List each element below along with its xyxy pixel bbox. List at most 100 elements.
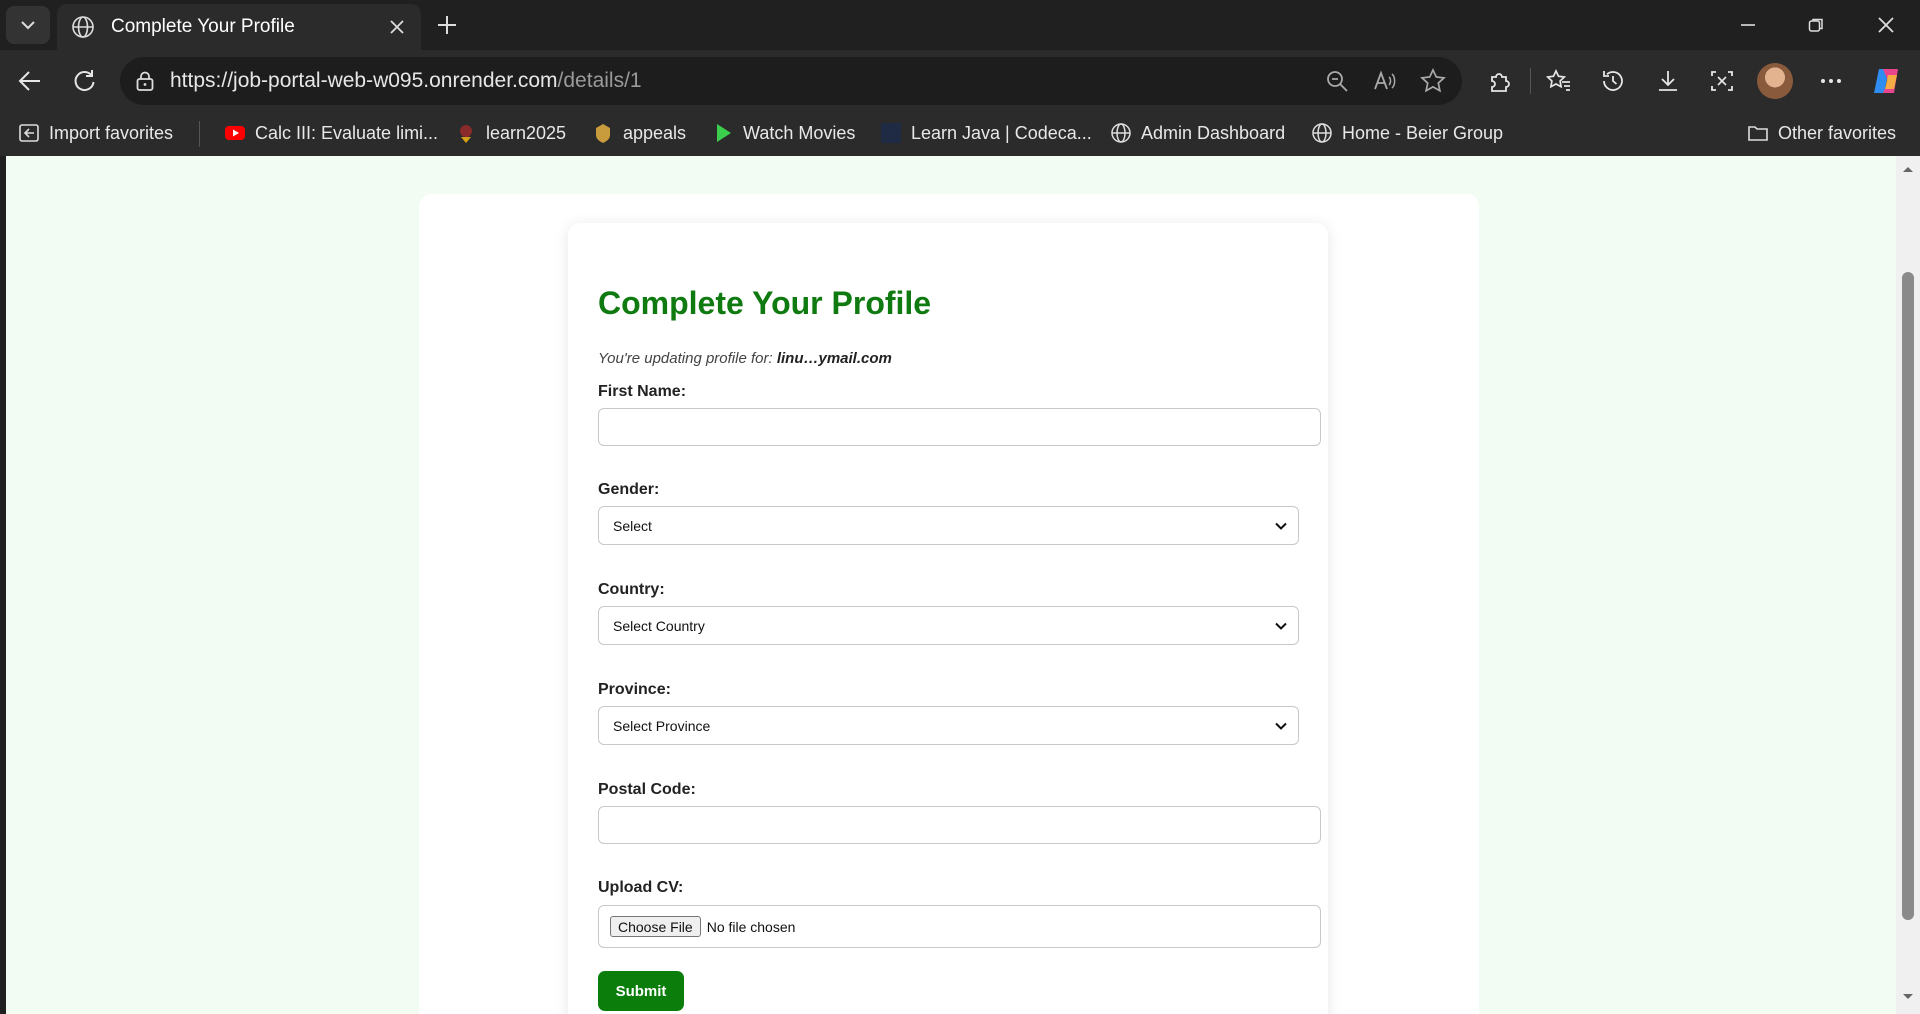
toolbar-divider [1530,68,1531,94]
page-viewport: Complete Your Profile You're updating pr… [6,156,1896,1014]
gender-select[interactable]: Select [598,506,1299,545]
scroll-down-arrow[interactable] [1900,990,1916,1004]
favorite-label: appeals [623,122,687,143]
favorite-home-beier[interactable]: Home - Beier Group [1311,112,1503,154]
bookmark-icon [592,122,614,144]
refresh-icon [74,70,95,91]
updating-info: You're updating profile for: linu…ymail.… [598,350,892,367]
favorite-learn2025[interactable]: learn2025 [455,112,566,154]
back-button[interactable] [10,61,50,101]
country-select[interactable]: Select Country [598,606,1299,645]
zoom-out-icon[interactable] [1325,69,1349,93]
folder-icon [1747,122,1769,144]
favorites-button[interactable] [1539,61,1579,101]
arrow-left-icon [18,71,40,91]
bookmark-icon [455,122,477,144]
refresh-button[interactable] [64,61,104,101]
more-horizontal-icon [1821,79,1841,83]
scroll-up-arrow[interactable] [1900,162,1916,176]
favorite-label: Learn Java | Codeca... [911,122,1092,143]
youtube-icon [224,122,246,144]
puzzle-icon [1491,73,1510,92]
cv-file-input: Choose File No file chosen [598,905,1321,948]
restore-icon [1808,18,1823,32]
favorite-label: Calc III: Evaluate limi... [255,122,439,143]
province-selected-value: Select Province [613,717,711,734]
favorite-calc[interactable]: Calc III: Evaluate limi... [224,112,438,154]
close-window-button[interactable] [1858,0,1914,50]
favorite-label: Watch Movies [743,122,856,143]
copilot-button[interactable] [1866,61,1906,101]
plus-icon [438,16,456,34]
tab-title: Complete Your Profile [111,16,295,37]
settings-more-button[interactable] [1811,61,1851,101]
star-icon[interactable] [1420,68,1446,94]
screenshot-button[interactable] [1702,61,1742,101]
favorite-label: Home - Beier Group [1342,122,1504,143]
url-text: https://job-portal-web-w095.onrender.com… [170,69,642,92]
user-email: linu…ymail.com [776,350,892,367]
codecademy-icon [880,122,902,144]
new-tab-button[interactable] [428,6,466,44]
read-aloud-icon[interactable] [1372,69,1396,93]
close-icon [1878,17,1894,33]
chevron-down-icon [1275,622,1287,630]
profile-form-card: Complete Your Profile You're updating pr… [568,223,1328,1014]
submit-button[interactable]: Submit [598,971,684,1011]
favorite-appeals[interactable]: appeals [592,112,686,154]
favorite-learn-java[interactable]: Learn Java | Codeca... [880,112,1092,154]
lock-icon [136,71,154,91]
province-select[interactable]: Select Province [598,706,1299,745]
tab-strip: Complete Your Profile [0,0,1920,50]
favorites-star-icon [1546,69,1570,91]
chevron-down-icon [21,21,35,30]
favorite-watch-movies[interactable]: Watch Movies [712,112,855,154]
scrollbar-thumb[interactable] [1902,272,1914,920]
globe-icon [1311,122,1333,144]
extensions-button[interactable] [1480,61,1520,101]
choose-file-button[interactable]: Choose File [610,916,701,937]
close-icon [390,20,404,34]
downloads-button[interactable] [1648,61,1688,101]
address-bar[interactable]: https://job-portal-web-w095.onrender.com… [120,57,1462,105]
restore-button[interactable] [1788,0,1844,50]
page-scrollbar[interactable] [1896,156,1920,1014]
copilot-icon [1874,69,1898,93]
profile-avatar[interactable] [1757,63,1793,99]
file-status-text: No file chosen [706,918,796,935]
country-label: Country: [598,581,665,598]
navigation-toolbar: https://job-portal-web-w095.onrender.com… [0,50,1920,112]
minimize-icon [1741,24,1755,26]
gender-label: Gender: [598,481,660,498]
history-button[interactable] [1593,61,1633,101]
screenshot-icon [1711,71,1733,91]
other-favorites[interactable]: Other favorites [1747,112,1896,154]
close-tab-button[interactable] [379,9,415,45]
page-title: Complete Your Profile [598,285,932,321]
favorite-label: Admin Dashboard [1141,122,1286,143]
minimize-button[interactable] [1720,0,1776,50]
province-label: Province: [598,681,671,698]
import-icon [18,122,40,144]
favorite-label: learn2025 [486,122,567,143]
play-icon [712,122,734,144]
tab-actions-menu-button[interactable] [6,6,50,44]
country-selected-value: Select Country [613,617,705,634]
favorites-bar: Import favorites Calc III: Evaluate limi… [0,112,1920,156]
globe-icon [1110,122,1132,144]
other-favorites-label: Other favorites [1778,122,1897,143]
first-name-input[interactable] [598,408,1321,446]
globe-icon [72,16,94,38]
download-icon [1659,71,1677,91]
favorite-import[interactable]: Import favorites [18,112,173,154]
chevron-down-icon [1275,722,1287,730]
postal-code-label: Postal Code: [598,781,696,798]
first-name-label: First Name: [598,383,687,400]
postal-code-input[interactable] [598,806,1321,844]
chevron-down-icon [1275,522,1287,530]
favorite-label: Import favorites [49,122,174,143]
favorite-admin-dashboard[interactable]: Admin Dashboard [1110,112,1285,154]
favorites-divider [199,121,200,147]
gender-selected-value: Select [613,517,652,534]
active-tab[interactable]: Complete Your Profile [57,4,421,50]
